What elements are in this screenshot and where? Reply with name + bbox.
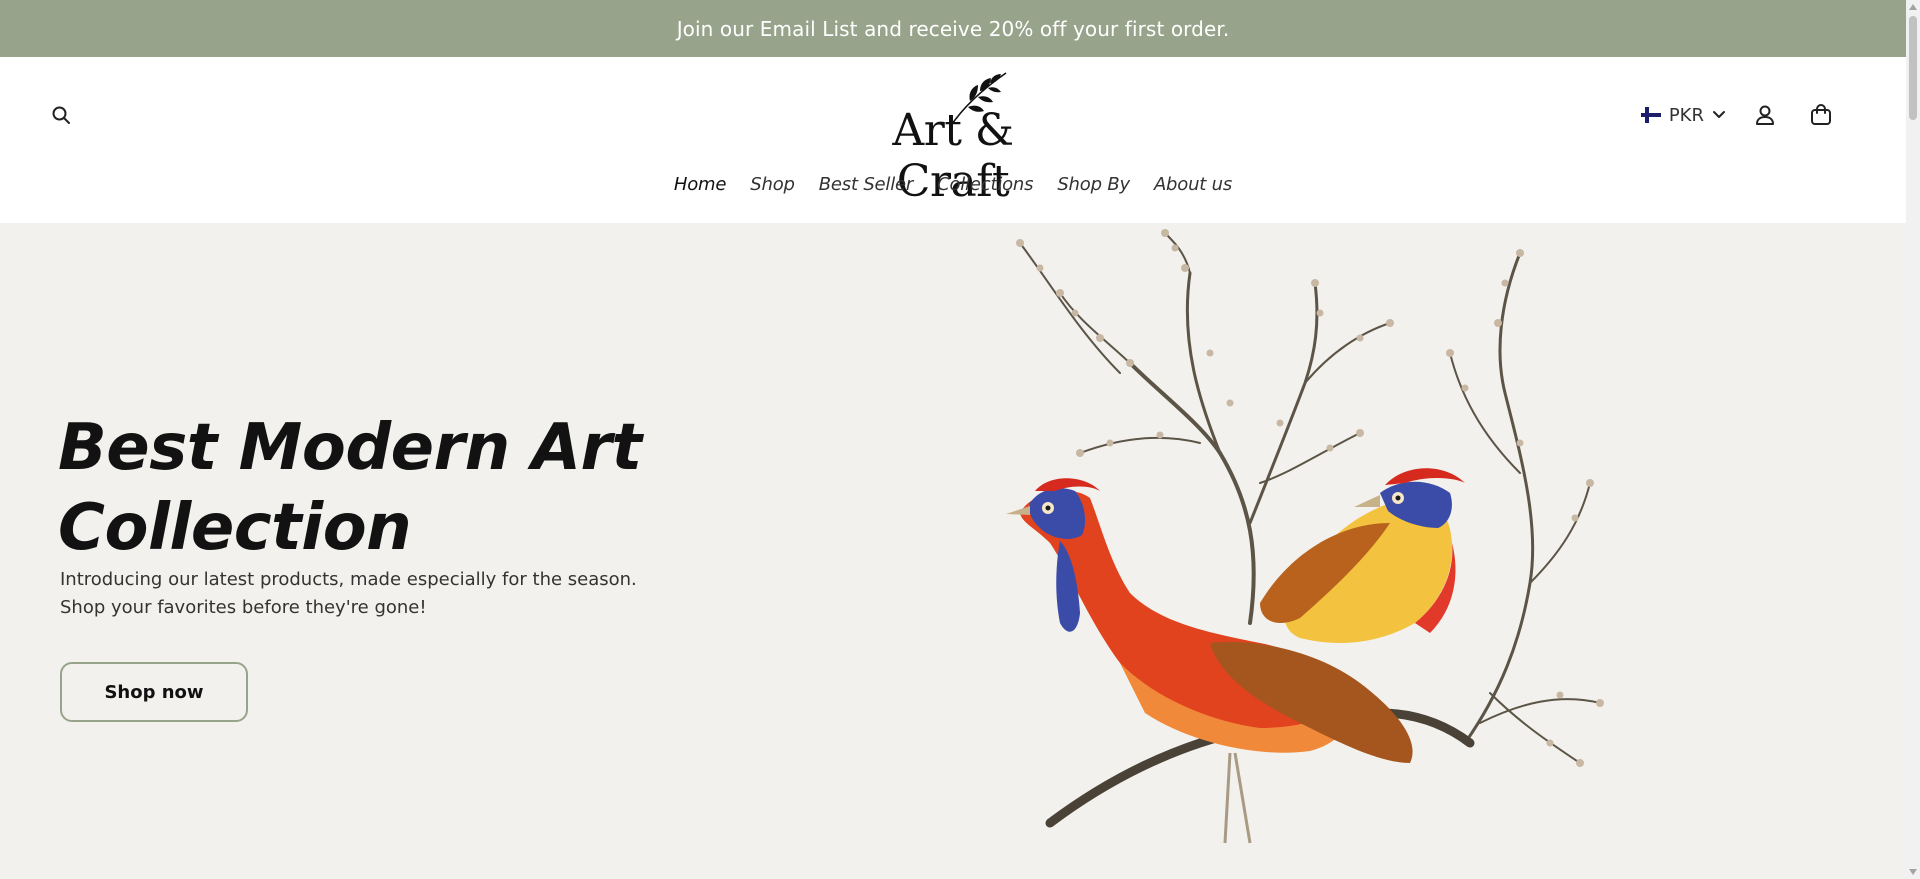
shop-now-button[interactable]: Shop now — [60, 662, 248, 722]
nav-collections[interactable]: Collections — [925, 174, 1045, 195]
site-logo[interactable]: Art & Craft — [840, 69, 1066, 207]
page: Join our Email List and receive 20% off … — [0, 0, 1920, 879]
hero-description-line-1: Introducing our latest products, made es… — [60, 569, 637, 590]
cart-button[interactable] — [1806, 100, 1836, 130]
caret-up-icon — [1909, 4, 1917, 10]
nav-best-seller[interactable]: Best Seller — [807, 174, 925, 195]
currency-code: PKR — [1668, 104, 1704, 126]
search-button[interactable] — [48, 102, 74, 128]
scroll-up-arrow[interactable] — [1906, 0, 1920, 14]
main-nav: Home Shop Best Seller Collections Shop B… — [0, 174, 1906, 195]
chevron-down-icon — [1713, 111, 1725, 118]
scroll-thumb[interactable] — [1909, 16, 1917, 120]
site-header: Art & Craft Home Shop Best Seller Collec… — [0, 57, 1906, 223]
page-scrollbar[interactable] — [1906, 0, 1920, 879]
header-actions: PKR — [1640, 100, 1836, 130]
nav-shop[interactable]: Shop — [738, 174, 806, 195]
scroll-down-arrow[interactable] — [1906, 865, 1920, 879]
currency-selector[interactable]: PKR — [1640, 104, 1726, 126]
nav-shop-by[interactable]: Shop By — [1045, 174, 1142, 195]
hero-title-line-1: Best Modern Art — [58, 411, 642, 485]
hero-banner: Best Modern Art Collection Introducing o… — [0, 223, 1906, 879]
announcement-text: Join our Email List and receive 20% off … — [676, 16, 1230, 41]
nav-about-us[interactable]: About us — [1142, 174, 1244, 195]
right-pheasant — [1260, 468, 1465, 643]
hero-description-line-2: Shop your favorites before they're gone! — [60, 597, 427, 618]
announcement-bar[interactable]: Join our Email List and receive 20% off … — [0, 0, 1906, 57]
hero-title-line-2: Collection — [58, 491, 412, 565]
nav-home[interactable]: Home — [662, 174, 738, 195]
search-icon — [52, 106, 70, 124]
caret-down-icon — [1909, 869, 1917, 875]
hero-image — [1006, 229, 1604, 844]
hero-description: Introducing our latest products, made es… — [60, 566, 700, 622]
cart-icon — [1811, 104, 1831, 125]
account-icon — [1756, 105, 1774, 125]
flag-icon — [1640, 107, 1661, 123]
hero-title: Best Modern Art Collection — [58, 408, 758, 568]
account-button[interactable] — [1750, 100, 1780, 130]
